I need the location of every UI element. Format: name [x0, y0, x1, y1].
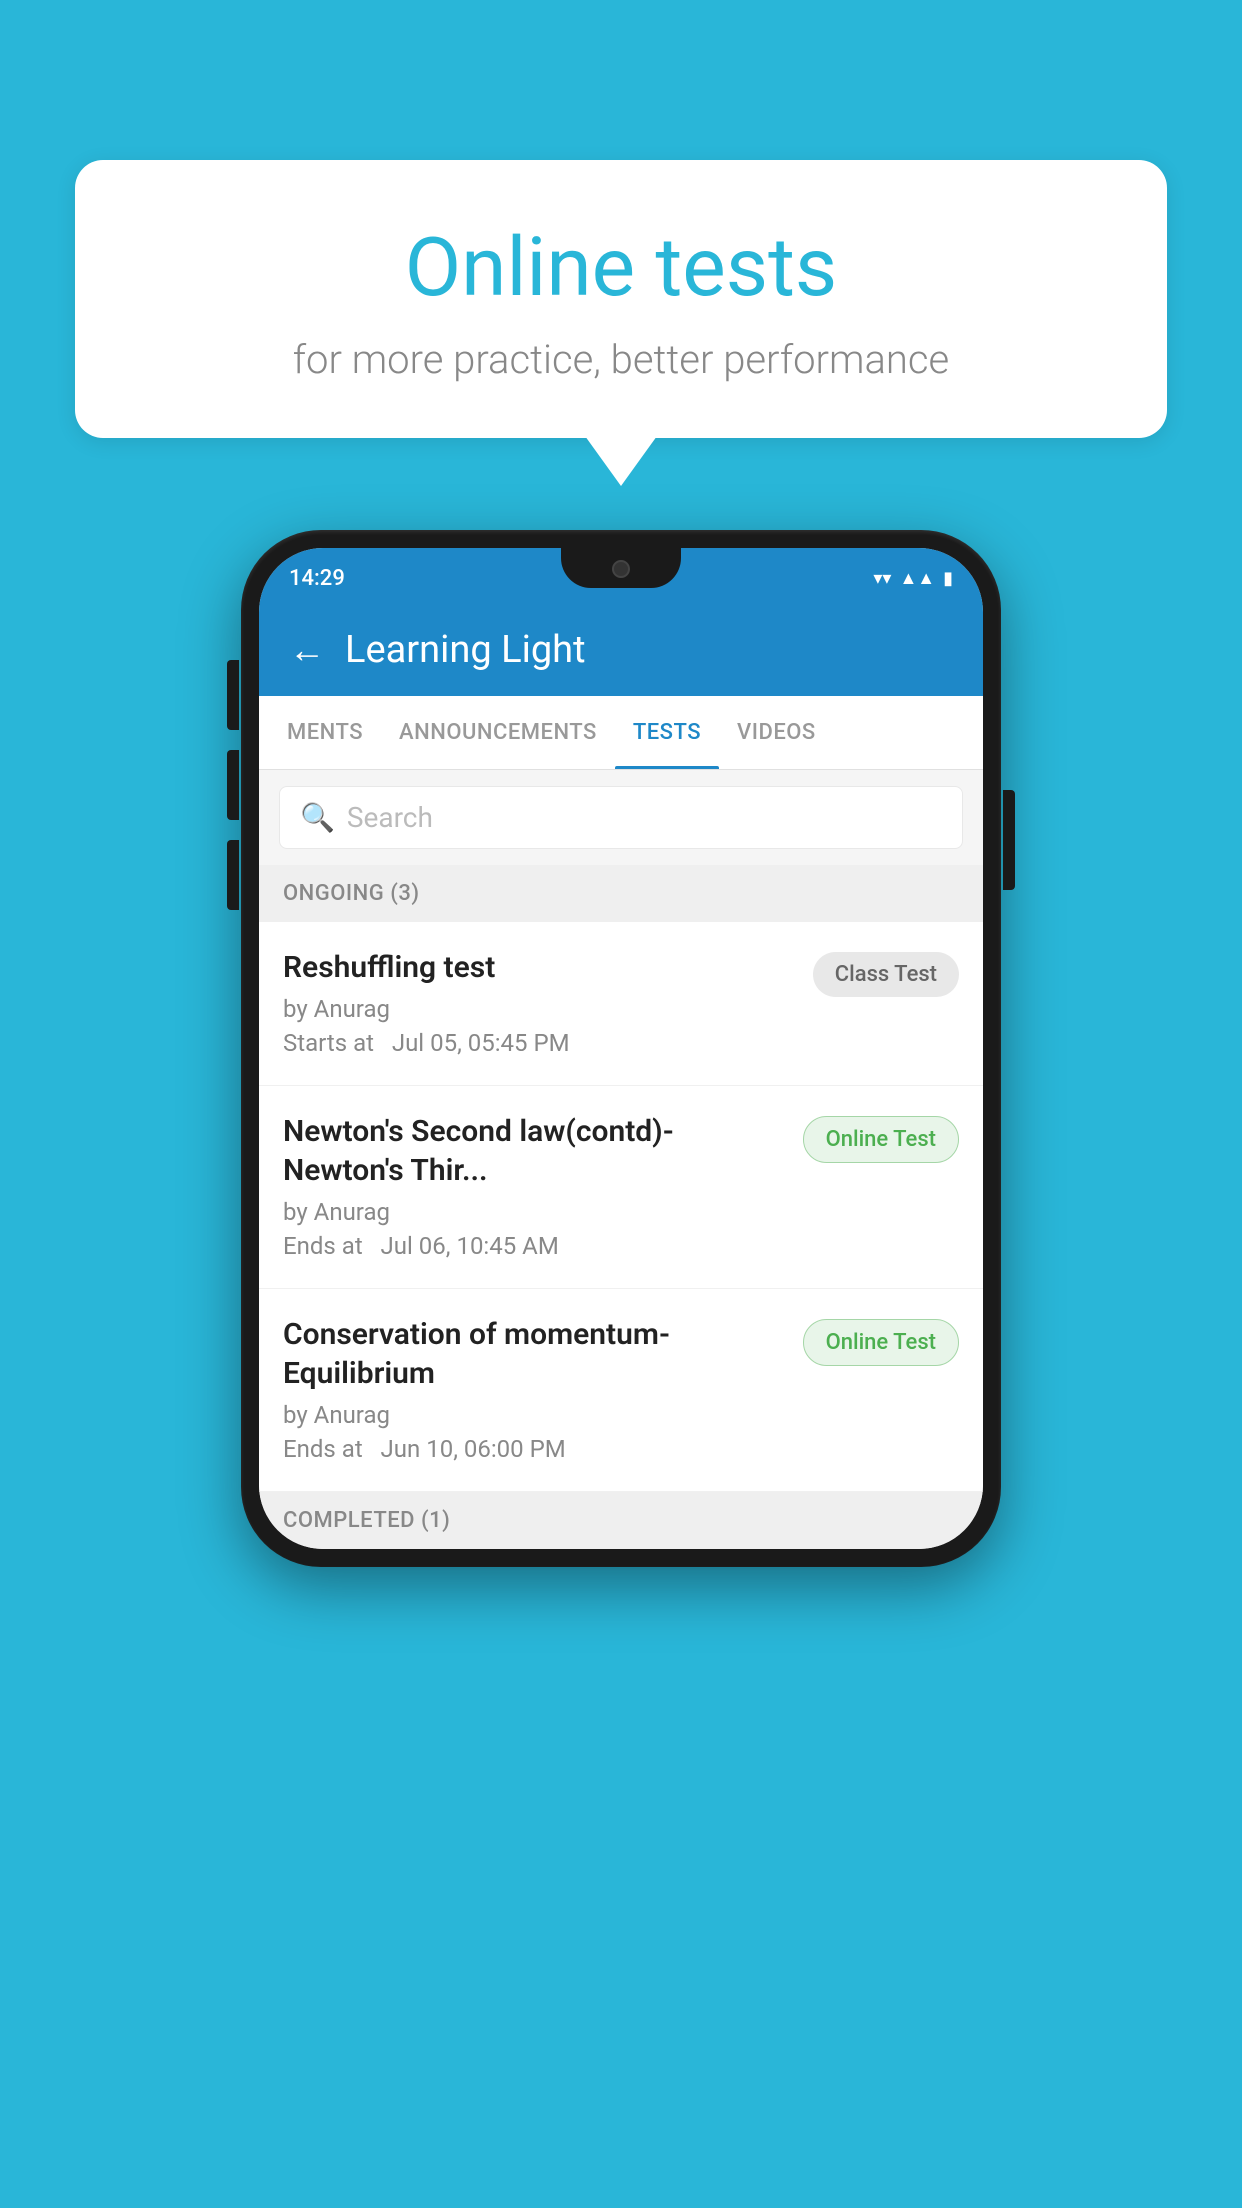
test-name-newton: Newton's Second law(contd)-Newton's Thir… — [283, 1112, 783, 1190]
test-author-reshuffling: by Anurag — [283, 995, 793, 1023]
bubble-title: Online tests — [125, 220, 1117, 316]
test-time-conservation: Ends at Jun 10, 06:00 PM — [283, 1435, 783, 1463]
badge-online-test-conservation: Online Test — [803, 1319, 959, 1366]
status-time: 14:29 — [289, 566, 345, 591]
search-bar[interactable]: 🔍 Search — [279, 786, 963, 849]
phone-container: 14:29 ▾▾ ▲▲ ▮ ← Learning Light MENTS ANN… — [241, 530, 1001, 1567]
speech-bubble: Online tests for more practice, better p… — [75, 160, 1167, 438]
test-info-reshuffling: Reshuffling test by Anurag Starts at Jul… — [283, 948, 813, 1057]
tab-tests[interactable]: TESTS — [615, 696, 719, 769]
battery-icon: ▮ — [943, 568, 953, 589]
search-container: 🔍 Search — [259, 770, 983, 865]
test-item-newton[interactable]: Newton's Second law(contd)-Newton's Thir… — [259, 1086, 983, 1289]
test-name-conservation: Conservation of momentum-Equilibrium — [283, 1315, 783, 1393]
test-author-conservation: by Anurag — [283, 1401, 783, 1429]
test-info-conservation: Conservation of momentum-Equilibrium by … — [283, 1315, 803, 1463]
test-time-reshuffling: Starts at Jul 05, 05:45 PM — [283, 1029, 793, 1057]
test-name-reshuffling: Reshuffling test — [283, 948, 793, 987]
test-item-reshuffling[interactable]: Reshuffling test by Anurag Starts at Jul… — [259, 922, 983, 1086]
tab-ments[interactable]: MENTS — [269, 696, 381, 769]
wifi-icon: ▾▾ — [873, 568, 891, 589]
test-author-newton: by Anurag — [283, 1198, 783, 1226]
notch — [561, 548, 681, 588]
phone-screen: 14:29 ▾▾ ▲▲ ▮ ← Learning Light MENTS ANN… — [259, 548, 983, 1549]
app-header: ← Learning Light — [259, 608, 983, 696]
badge-class-test: Class Test — [813, 952, 959, 997]
tab-videos[interactable]: VIDEOS — [719, 696, 834, 769]
section-completed-header: COMPLETED (1) — [259, 1492, 983, 1549]
tab-announcements[interactable]: ANNOUNCEMENTS — [381, 696, 615, 769]
back-button[interactable]: ← — [289, 629, 325, 671]
test-time-newton: Ends at Jul 06, 10:45 AM — [283, 1232, 783, 1260]
camera — [612, 560, 630, 578]
test-item-conservation[interactable]: Conservation of momentum-Equilibrium by … — [259, 1289, 983, 1492]
tabs-container: MENTS ANNOUNCEMENTS TESTS VIDEOS — [259, 696, 983, 770]
bubble-subtitle: for more practice, better performance — [125, 336, 1117, 383]
status-icons: ▾▾ ▲▲ ▮ — [873, 568, 953, 589]
search-placeholder: Search — [347, 801, 433, 834]
badge-online-test-newton: Online Test — [803, 1116, 959, 1163]
phone-outer: 14:29 ▾▾ ▲▲ ▮ ← Learning Light MENTS ANN… — [241, 530, 1001, 1567]
section-ongoing-header: ONGOING (3) — [259, 865, 983, 922]
search-icon: 🔍 — [300, 801, 335, 834]
status-bar: 14:29 ▾▾ ▲▲ ▮ — [259, 548, 983, 608]
test-info-newton: Newton's Second law(contd)-Newton's Thir… — [283, 1112, 803, 1260]
signal-icon: ▲▲ — [899, 568, 935, 589]
app-title: Learning Light — [345, 628, 586, 672]
